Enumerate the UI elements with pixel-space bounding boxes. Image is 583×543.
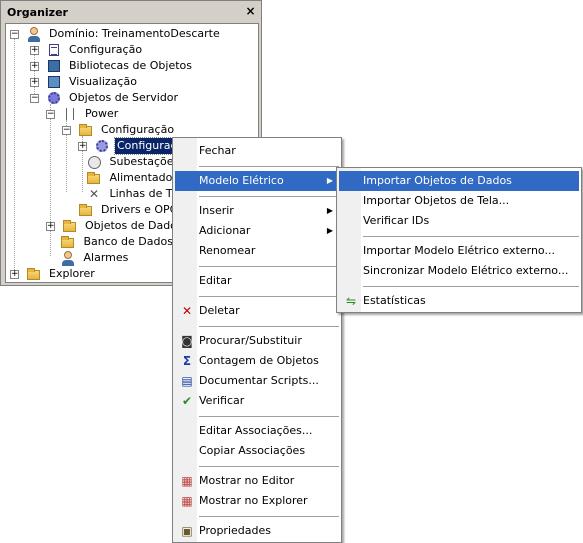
menu-item-deletar[interactable]: ✕ Deletar	[175, 301, 339, 321]
alarm-icon	[60, 250, 76, 266]
menu-item-inserir[interactable]: Inserir ▶	[175, 201, 339, 221]
folder-icon	[26, 266, 42, 282]
editor-icon: ▦	[181, 474, 193, 488]
menu-item-copiar-associacoes[interactable]: Copiar Associações	[175, 441, 339, 461]
tree-item-visualizacao[interactable]: + Visualização	[28, 74, 139, 90]
menu-item-mostrar-editor[interactable]: ▦ Mostrar no Editor	[175, 471, 339, 491]
domain-icon	[26, 26, 42, 42]
menu-item-procurar[interactable]: ◙ Procurar/Substituir	[175, 331, 339, 351]
submenu-item-importar-objetos-tela[interactable]: Importar Objetos de Tela...	[339, 191, 579, 211]
tree-item-drivers-opc[interactable]: Drivers e OPC	[60, 202, 179, 218]
submenu-item-importar-modelo[interactable]: Importar Modelo Elétrico externo...	[339, 241, 579, 261]
config-icon	[46, 42, 62, 58]
document-icon: ▤	[181, 374, 193, 388]
tree-item-alarmes[interactable]: Alarmes	[60, 250, 130, 266]
tree-item-explorer[interactable]: + Explorer	[8, 266, 97, 282]
submenu-item-verificar-ids[interactable]: Verificar IDs	[339, 211, 579, 231]
gear-icon	[94, 138, 110, 154]
binoculars-icon: ◙	[181, 334, 193, 348]
context-menu: Fechar Modelo Elétrico ▶ Inserir ▶ Adici…	[172, 137, 342, 543]
folder-icon	[78, 202, 94, 218]
submenu-item-sincronizar-modelo[interactable]: Sincronizar Modelo Elétrico externo...	[339, 261, 579, 281]
delete-icon: ✕	[181, 304, 193, 318]
library-icon	[46, 58, 62, 74]
properties-icon: ▣	[181, 524, 193, 538]
menu-item-editar-associacoes[interactable]: Editar Associações...	[175, 421, 339, 441]
menu-item-propriedades[interactable]: ▣ Propriedades	[175, 521, 339, 541]
menu-item-mostrar-explorer[interactable]: ▦ Mostrar no Explorer	[175, 491, 339, 511]
menu-item-fechar[interactable]: Fechar	[175, 141, 339, 161]
tree-item-bibliotecas[interactable]: + Bibliotecas de Objetos	[28, 58, 194, 74]
tree-item-banco-dados[interactable]: Banco de Dados	[60, 234, 175, 250]
tree-item-power-configuracao[interactable]: − Configuração	[60, 122, 176, 138]
server-objects-icon	[46, 90, 62, 106]
tree-item-power[interactable]: − Power	[44, 106, 120, 122]
feeder-icon	[86, 170, 102, 186]
submenu-modelo-eletrico: Importar Objetos de Dados Importar Objet…	[336, 167, 582, 313]
organizer-title: Organizer	[3, 3, 259, 22]
statistics-icon: ⇋	[345, 294, 357, 308]
submenu-item-estatisticas[interactable]: ⇋ Estatísticas	[339, 291, 579, 311]
explorer-icon: ▦	[181, 494, 193, 508]
transmission-icon: ✕	[89, 187, 100, 201]
folder-icon	[60, 234, 76, 250]
tree-item-objetos-dados[interactable]: + Objetos de Dados	[44, 218, 185, 234]
tree-item-subestacoes[interactable]: Subestações	[86, 154, 181, 170]
menu-item-verificar[interactable]: ✔ Verificar	[175, 391, 339, 411]
close-icon[interactable]: ×	[244, 5, 257, 18]
sigma-icon: Σ	[182, 354, 192, 368]
menu-item-contagem[interactable]: Σ Contagem de Objetos	[175, 351, 339, 371]
folder-icon	[78, 122, 94, 138]
submenu-arrow-icon: ▶	[326, 206, 333, 215]
submenu-item-importar-objetos-dados[interactable]: Importar Objetos de Dados	[339, 171, 579, 191]
tree-item-configuracao[interactable]: + Configuração	[28, 42, 144, 58]
tree-item-objetos-servidor[interactable]: − Objetos de Servidor	[28, 90, 180, 106]
menu-item-adicionar[interactable]: Adicionar ▶	[175, 221, 339, 241]
substation-icon	[86, 154, 102, 170]
menu-item-renomear[interactable]: Renomear	[175, 241, 339, 261]
folder-icon	[62, 218, 78, 234]
menu-item-documentar[interactable]: ▤ Documentar Scripts...	[175, 371, 339, 391]
submenu-arrow-icon: ▶	[326, 176, 333, 185]
screen-icon	[46, 74, 62, 90]
submenu-arrow-icon: ▶	[326, 226, 333, 235]
tree-item-domain[interactable]: − Domínio: TreinamentoDescarte	[8, 26, 222, 42]
power-icon	[62, 106, 78, 122]
menu-item-editar[interactable]: Editar	[175, 271, 339, 291]
menu-item-modelo-eletrico[interactable]: Modelo Elétrico ▶	[175, 171, 339, 191]
verify-icon: ✔	[181, 394, 193, 408]
